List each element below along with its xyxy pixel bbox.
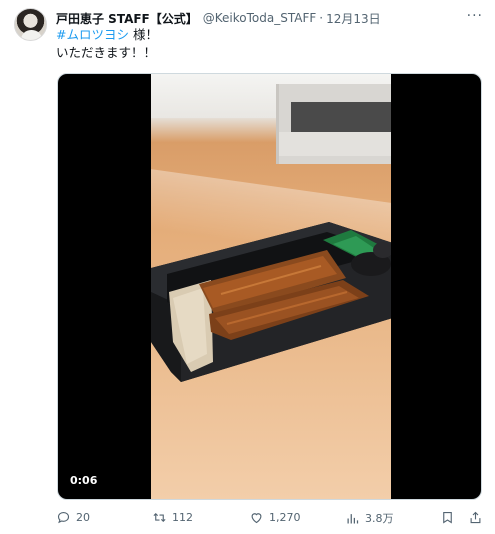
video-background-shelf-base: [279, 132, 391, 156]
more-options-icon[interactable]: ···: [467, 8, 483, 24]
hashtag-link[interactable]: #ムロツヨシ: [56, 27, 129, 42]
video-player[interactable]: 0:06: [57, 73, 482, 500]
video-background-shelf-opening: [291, 102, 391, 132]
tweet-text: #ムロツヨシ 様！ いただきます！！: [56, 26, 476, 62]
heart-icon: [251, 513, 262, 524]
tweet-text-line2: いただきます！！: [56, 45, 157, 60]
views-count: 3.8万: [365, 512, 394, 525]
views-icon: [347, 513, 359, 523]
video-frame[interactable]: [151, 74, 391, 499]
handle[interactable]: @KeikoToda_STAFF: [203, 11, 316, 25]
like-button[interactable]: 1,270: [249, 510, 301, 525]
bookmark-button[interactable]: [440, 510, 455, 529]
retweet-icon: [153, 512, 166, 523]
tweet[interactable]: 戸田恵子 STAFF【公式】 @KeikoToda_STAFF · 12月13日…: [0, 0, 495, 534]
avatar[interactable]: [14, 8, 47, 41]
views-button[interactable]: 3.8万: [345, 510, 394, 526]
bookmark-icon: [443, 511, 452, 524]
separator-dot: ·: [319, 11, 324, 25]
reply-count: 20: [76, 511, 90, 524]
action-bar: 20 112 1,270 3.8万: [56, 510, 486, 530]
retweet-button[interactable]: 112: [152, 510, 193, 525]
tweet-header: 戸田恵子 STAFF【公式】 @KeikoToda_STAFF · 12月13日: [56, 9, 381, 27]
display-name[interactable]: 戸田恵子 STAFF【公式】: [56, 10, 198, 27]
tweet-text-line1: 様！: [128, 27, 158, 42]
retweet-count: 112: [172, 511, 193, 524]
unagi-bento-box: [151, 222, 391, 387]
video-duration: 0:06: [70, 474, 98, 487]
avatar-figure: [21, 30, 42, 40]
share-icon: [470, 511, 481, 524]
like-count: 1,270: [269, 511, 301, 524]
tweet-date[interactable]: 12月13日: [326, 10, 381, 27]
reply-icon: [57, 511, 70, 524]
share-button[interactable]: [468, 510, 483, 529]
bento-illustration: [151, 222, 391, 382]
reply-button[interactable]: 20: [56, 510, 90, 525]
